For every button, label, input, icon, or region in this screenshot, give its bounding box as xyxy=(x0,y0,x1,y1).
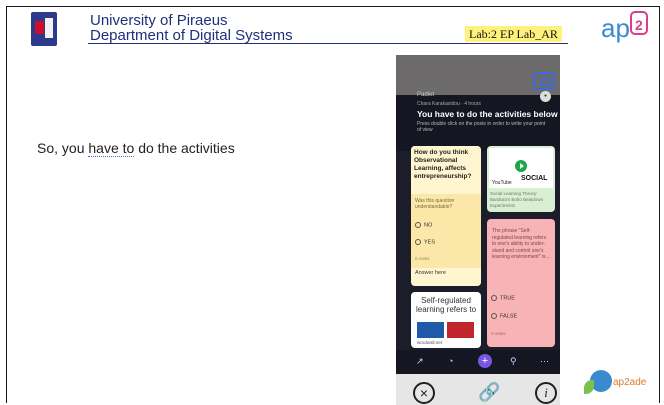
ap2-logo-icon: ap 2 xyxy=(601,11,648,43)
option-true[interactable]: TRUE xyxy=(491,295,515,301)
university-crest-icon xyxy=(31,12,57,46)
option-yes[interactable]: YES xyxy=(415,239,435,245)
info-icon[interactable]: i xyxy=(535,382,557,404)
option-false[interactable]: FALSE xyxy=(491,313,517,319)
svg-text:ap: ap xyxy=(601,13,630,43)
camera-icon[interactable] xyxy=(533,72,555,90)
observational-learning-card[interactable]: How do you think Observational Learning,… xyxy=(411,146,481,286)
video-card[interactable]: YouTube SOCIAL Social Learning Theory: B… xyxy=(487,146,555,212)
body-text-end: do the activities xyxy=(134,140,235,156)
more-icon[interactable]: ⋯ xyxy=(540,356,549,367)
radio-icon xyxy=(415,222,421,228)
wordwall-card[interactable]: Self-regulated learning refers to wordwa… xyxy=(411,292,481,348)
link-icon[interactable]: 🔗 xyxy=(478,382,500,403)
close-icon[interactable]: × xyxy=(413,382,435,404)
radio-icon xyxy=(491,295,497,301)
self-regulated-quiz-card[interactable]: The phrase "Self-regulated learning refe… xyxy=(487,219,555,347)
notifications-icon[interactable]: ◔ xyxy=(448,356,453,366)
radio-icon xyxy=(415,239,421,245)
answer-field[interactable]: Answer here xyxy=(411,268,481,286)
header-divider xyxy=(88,43,568,44)
card-question: Was this question understandable? xyxy=(415,198,455,210)
department-name: Department of Digital Systems xyxy=(90,27,293,44)
wordwall-preview-image[interactable] xyxy=(447,322,474,338)
padlet-author: Chara Karakasidou · 4 hours xyxy=(417,101,481,107)
search-icon[interactable]: ⚲ xyxy=(510,356,517,367)
ap2ade-logo-icon: ap2ade xyxy=(580,368,658,400)
padlet-bottom-nav: ↗ ◔ + ⚲ ⋯ xyxy=(396,350,560,374)
card-heading: How do you think Observational Learning,… xyxy=(411,146,481,194)
play-icon[interactable] xyxy=(515,160,527,172)
option-false-label: FALSE xyxy=(500,313,518,320)
radio-icon xyxy=(491,313,497,319)
option-yes-label: YES xyxy=(424,239,436,246)
wordwall-preview-image[interactable] xyxy=(417,322,444,338)
ap2ade-logo-text: ap2ade xyxy=(613,377,647,388)
presentation-toolbar: × 🔗 i xyxy=(396,374,560,405)
wordwall-title: Self-regulated learning refers to xyxy=(415,296,477,314)
add-post-icon[interactable]: + xyxy=(478,354,492,368)
padlet-subtitle: Press double click on the posts in order… xyxy=(417,121,546,133)
quiz-statement: The phrase "Self-regulated learning refe… xyxy=(492,228,550,260)
video-thumbnail[interactable]: YouTube SOCIAL xyxy=(489,148,553,188)
padlet-title: You have to do the activities below xyxy=(417,109,558,119)
svg-text:2: 2 xyxy=(635,17,643,33)
leaf-shape xyxy=(584,380,594,394)
video-caption: Social Learning Theory: Bandura's Bobo B… xyxy=(490,191,544,208)
body-text-underlined: have to xyxy=(88,140,135,157)
option-no-label: NO xyxy=(424,222,433,229)
vote-count: 0 votes xyxy=(491,331,506,336)
lab-label: Lab:2 EP Lab_AR xyxy=(465,26,562,42)
wordwall-caption: wordwall.net xyxy=(417,340,443,345)
slide-frame xyxy=(6,6,660,403)
option-no[interactable]: NO xyxy=(415,222,432,228)
slide-body-text: So, you have to do the activities xyxy=(37,140,235,157)
more-options-icon[interactable]: • xyxy=(540,91,551,102)
padlet-app-name: Padlet xyxy=(417,92,435,98)
option-true-label: TRUE xyxy=(500,295,515,302)
body-text-start: So, you xyxy=(37,140,89,156)
vote-count: 0 votes xyxy=(415,256,430,261)
share-icon[interactable]: ↗ xyxy=(416,356,424,367)
youtube-label: YouTube xyxy=(492,180,512,186)
thumbnail-text: SOCIAL xyxy=(521,175,548,182)
